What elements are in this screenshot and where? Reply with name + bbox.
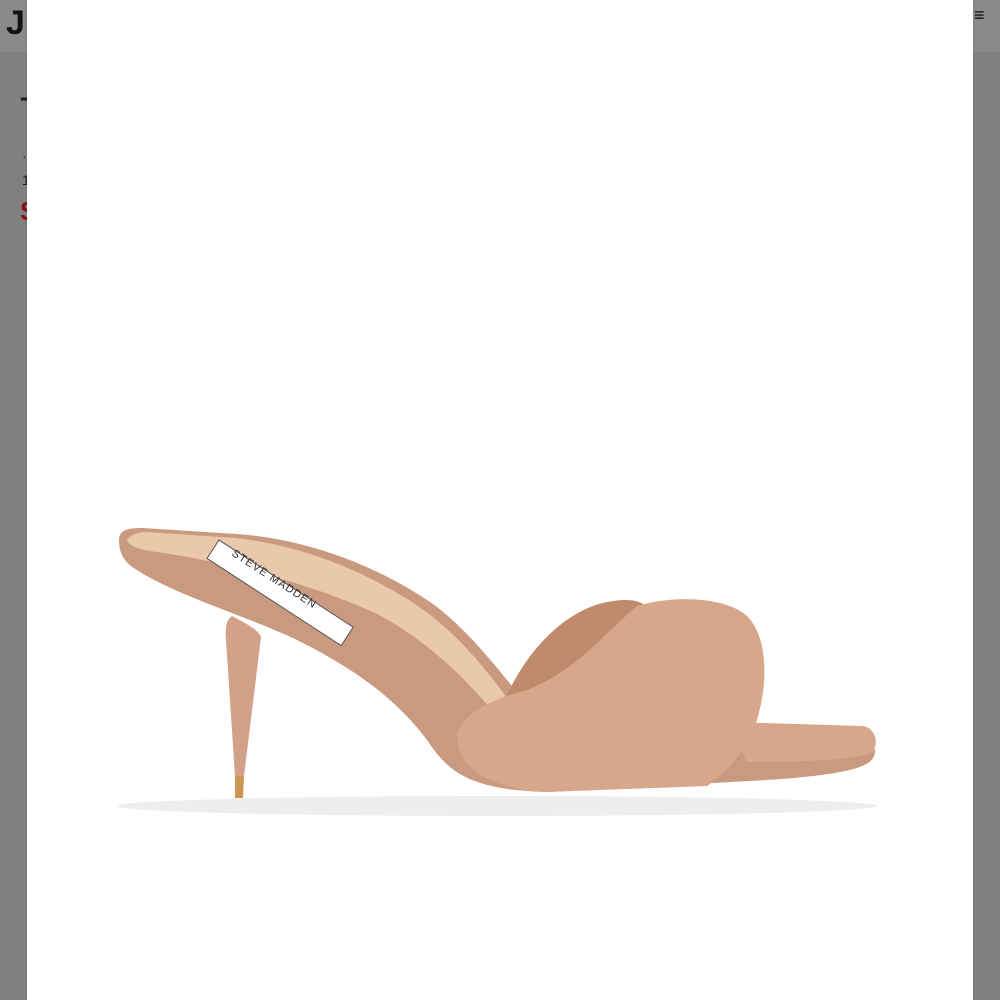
image-zoom-modal[interactable]: STEVE MADDEN [27, 0, 973, 1000]
product-image[interactable]: STEVE MADDEN [27, 0, 973, 1000]
sandal-illustration: STEVE MADDEN [117, 528, 877, 816]
background-logo: J [6, 4, 25, 42]
background-menu-icon: ≡ [974, 5, 985, 25]
shoe-toe-bed [727, 722, 876, 762]
shoe-shadow [117, 796, 877, 816]
shoe-heel-tip [235, 776, 244, 798]
background-product-detail: · [22, 148, 27, 164]
shoe-heel [225, 616, 261, 776]
